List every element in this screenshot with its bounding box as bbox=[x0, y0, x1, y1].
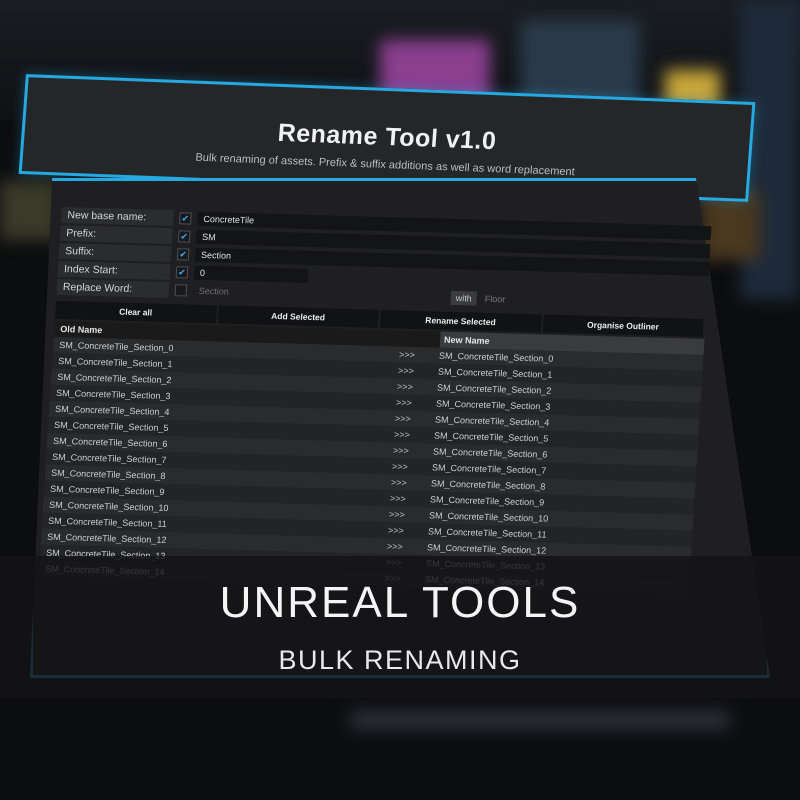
arrow-cell: >>> bbox=[391, 461, 409, 472]
panel-content: New base name: ✔ ConcreteTile Prefix: ✔ … bbox=[38, 206, 712, 595]
replace-word-checkbox[interactable]: ✔ bbox=[174, 283, 188, 297]
index-start-label: Index Start: bbox=[57, 260, 171, 280]
arrow-cell: >>> bbox=[386, 541, 404, 552]
banner-subtitle: BULK RENAMING bbox=[278, 645, 522, 675]
rename-selected-button[interactable]: Rename Selected bbox=[379, 309, 542, 333]
with-input[interactable]: Floor bbox=[484, 293, 505, 304]
with-label: with bbox=[450, 290, 478, 306]
arrow-cell: >>> bbox=[390, 477, 408, 488]
organise-outliner-button[interactable]: Organise Outliner bbox=[542, 314, 704, 337]
arrow-cell: >>> bbox=[388, 509, 406, 520]
banner-title: UNREAL TOOLS bbox=[219, 578, 581, 627]
arrow-cell: >>> bbox=[398, 349, 416, 360]
arrow-cell: >>> bbox=[393, 429, 411, 440]
add-selected-button[interactable]: Add Selected bbox=[217, 305, 379, 328]
index-start-input[interactable]: 0 bbox=[193, 265, 309, 283]
suffix-label: Suffix: bbox=[58, 242, 172, 262]
base-name-checkbox[interactable]: ✔ bbox=[179, 211, 192, 225]
arrow-cell: >>> bbox=[387, 525, 405, 536]
arrow-cell: >>> bbox=[394, 413, 412, 424]
prefix-checkbox[interactable]: ✔ bbox=[177, 229, 191, 243]
title-banner: UNREAL TOOLS BULK RENAMING bbox=[0, 556, 800, 698]
arrow-cell: >>> bbox=[389, 493, 407, 504]
replace-word-label: Replace Word: bbox=[56, 278, 170, 298]
index-start-checkbox[interactable]: ✔ bbox=[175, 265, 189, 279]
prefix-label: Prefix: bbox=[59, 224, 173, 244]
arrow-cell: >>> bbox=[396, 381, 414, 392]
base-name-label: New base name: bbox=[60, 206, 174, 226]
arrow-cell: >>> bbox=[392, 445, 410, 456]
suffix-checkbox[interactable]: ✔ bbox=[176, 247, 190, 261]
arrow-cell: >>> bbox=[397, 365, 415, 376]
clear-all-button[interactable]: Clear all bbox=[54, 300, 217, 324]
arrow-cell: >>> bbox=[395, 397, 413, 408]
